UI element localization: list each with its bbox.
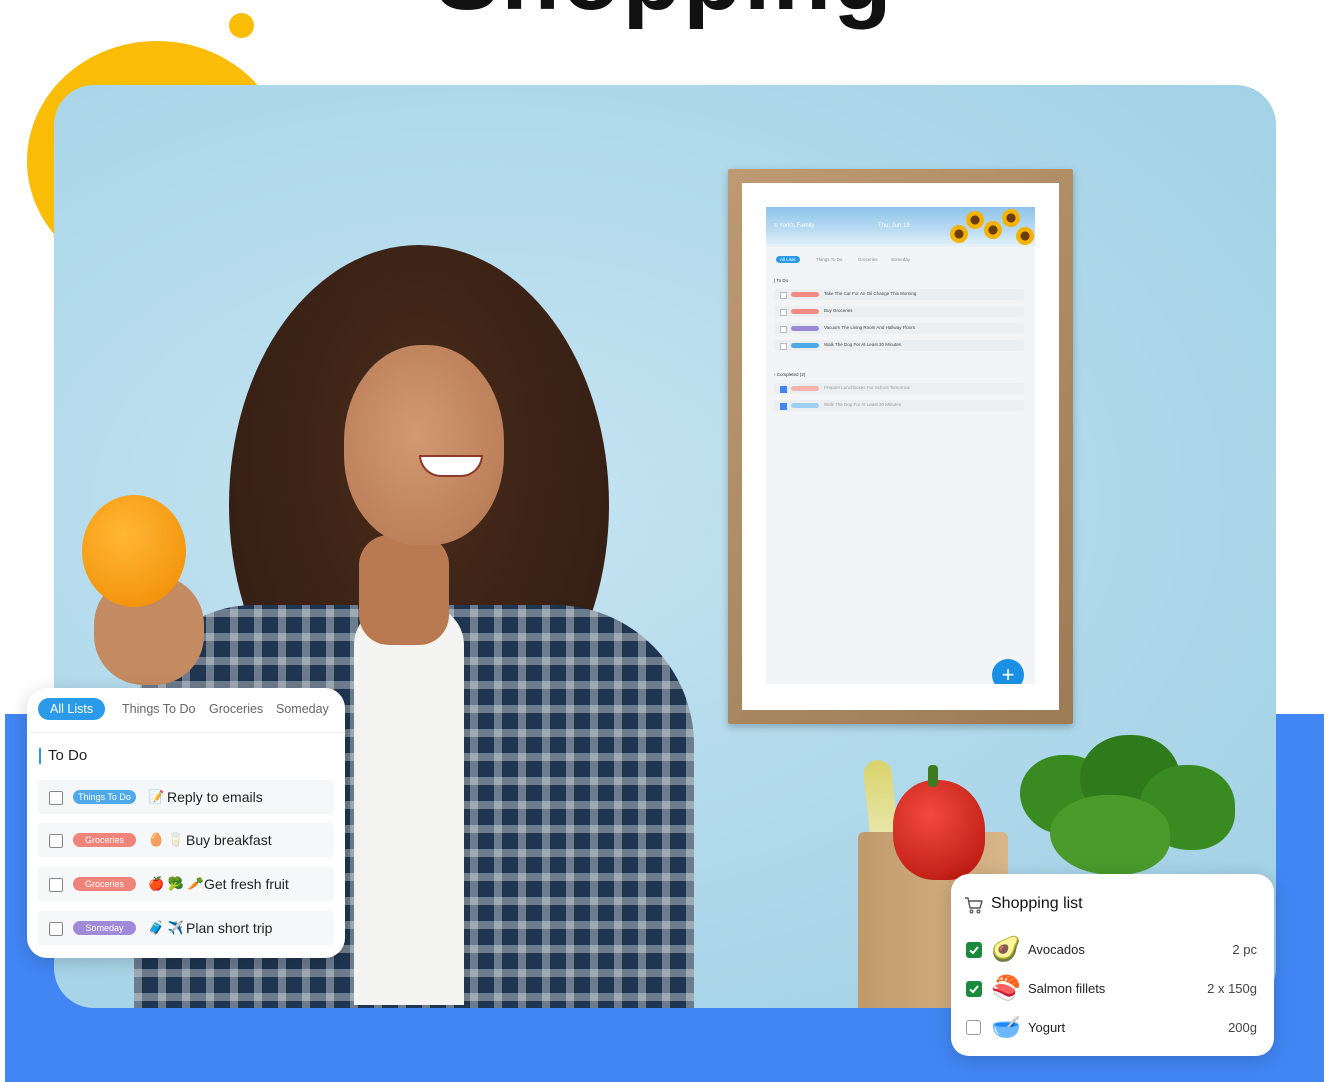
shopping-list-card: Shopping list 🥑 Avocados 2 pc 🍣 Salmon f…	[951, 874, 1274, 1056]
fruit-icon: 🍎 🥦 🥕	[148, 876, 204, 891]
tag	[791, 343, 819, 348]
checkbox[interactable]	[780, 309, 787, 316]
checkbox[interactable]	[49, 922, 63, 936]
checkbox[interactable]	[49, 878, 63, 892]
item-name: Avocados	[1028, 942, 1085, 957]
item-name: Salmon fillets	[1028, 981, 1106, 996]
sunflower-icon	[966, 211, 984, 229]
display-todo-row[interactable]: Walk The Dog For At Least 30 Minutes	[774, 340, 1024, 351]
checkbox[interactable]	[780, 343, 787, 350]
person-neck	[359, 535, 449, 645]
todo-label: Buy breakfast	[186, 832, 272, 848]
todo-row[interactable]: Groceries 🍎 🥦 🥕 Get fresh fruit	[38, 867, 334, 901]
shopping-item[interactable]: 🍣 Salmon fillets 2 x 150g	[951, 971, 1274, 1007]
yogurt-icon: 🥣	[991, 1014, 1021, 1041]
sunflower-icon	[950, 225, 968, 243]
checkbox[interactable]	[780, 292, 787, 299]
display-tab-someday[interactable]: Someday	[891, 257, 910, 262]
todo-row[interactable]: Things To Do 📝 Reply to emails	[38, 780, 334, 814]
display-completed-row[interactable]: Walk The Dog For At Least 30 Minutes	[774, 400, 1024, 411]
checkbox[interactable]	[780, 326, 787, 333]
leafy-greens	[990, 735, 1240, 885]
item-text: Take The Car For An Oil Change This Morn…	[824, 291, 917, 296]
display-completed-row[interactable]: Prepare Lunchboxes For School Tomorrow	[774, 383, 1024, 394]
display-todo-row[interactable]: Vacuum The Living Room And Hallway Floor…	[774, 323, 1024, 334]
category-tag: Things To Do	[73, 790, 136, 804]
avocado-icon: 🥑	[991, 936, 1021, 963]
person-tshirt	[354, 605, 464, 1005]
sunflower-icon	[984, 221, 1002, 239]
checkbox[interactable]	[49, 834, 63, 848]
tag	[791, 403, 819, 408]
unchecked-checkbox[interactable]	[966, 1020, 981, 1035]
todo-row[interactable]: Groceries 🥚 🥛 Buy breakfast	[38, 823, 334, 857]
tag	[791, 309, 819, 314]
display-family-name: ≡ York's Family	[774, 223, 815, 229]
todo-row[interactable]: Someday 🧳 ✈️ Plan short trip	[38, 911, 334, 945]
shopping-item[interactable]: 🥑 Avocados 2 pc	[951, 932, 1274, 968]
egg-milk-icon: 🥚 🥛	[148, 832, 184, 847]
memo-icon: 📝	[148, 789, 165, 804]
display-tab-all[interactable]: All Lists	[776, 256, 800, 263]
item-quantity: 200g	[1228, 1020, 1257, 1035]
list-tabs: All Lists Things To Do Groceries Someday	[27, 688, 345, 733]
cart-icon	[965, 897, 983, 914]
checkbox[interactable]	[780, 403, 787, 410]
display-tab-things[interactable]: Things To Do	[816, 257, 842, 262]
shopping-list-title: Shopping list	[991, 895, 1083, 912]
todo-label: Reply to emails	[167, 789, 263, 805]
tab-groceries[interactable]: Groceries	[209, 698, 263, 720]
category-tag: Groceries	[73, 833, 136, 847]
decorative-dot	[229, 13, 254, 38]
wall-display-frame: ≡ York's Family Thu, Jun 19 All Lists Th…	[728, 169, 1073, 724]
display-section-completed[interactable]: › Completed (2)	[774, 372, 805, 377]
tag	[791, 292, 819, 297]
add-button[interactable]: +	[992, 659, 1024, 684]
travel-icon: 🧳 ✈️	[148, 920, 184, 935]
checkbox[interactable]	[49, 791, 63, 805]
item-text: Walk The Dog For At Least 30 Minutes	[824, 342, 902, 347]
item-quantity: 2 x 150g	[1207, 981, 1257, 996]
sunflower-icon	[1016, 227, 1034, 245]
display-date: Thu, Jun 19	[878, 223, 910, 229]
pepper-stem	[928, 765, 938, 787]
red-pepper	[893, 780, 985, 880]
page-headline: Shopping	[0, 0, 1329, 32]
tab-all-lists[interactable]: All Lists	[38, 698, 106, 720]
salmon-icon: 🍣	[991, 975, 1021, 1002]
display-todo-row[interactable]: Buy Groceries	[774, 306, 1024, 317]
sunflower-icon	[1002, 209, 1020, 227]
todo-label: Plan short trip	[186, 920, 273, 936]
tag	[791, 326, 819, 331]
checked-checkbox[interactable]	[966, 942, 982, 958]
tab-things-to-do[interactable]: Things To Do	[122, 698, 195, 720]
checkbox[interactable]	[780, 386, 787, 393]
section-title: To Do	[39, 748, 87, 764]
item-text: Prepare Lunchboxes For School Tomorrow	[824, 385, 910, 390]
tab-someday[interactable]: Someday	[276, 698, 329, 720]
orange-fruit	[82, 495, 186, 607]
item-name: Yogurt	[1028, 1020, 1066, 1035]
display-todo-row[interactable]: Take The Car For An Oil Change This Morn…	[774, 289, 1024, 300]
display-section-todo: | To Do	[774, 278, 789, 283]
frame-mat: ≡ York's Family Thu, Jun 19 All Lists Th…	[742, 183, 1059, 710]
shopping-item[interactable]: 🥣 Yogurt 200g	[951, 1010, 1274, 1046]
category-tag: Groceries	[73, 877, 136, 891]
display-screen: ≡ York's Family Thu, Jun 19 All Lists Th…	[766, 207, 1035, 684]
category-tag: Someday	[73, 921, 136, 935]
item-text: Vacuum The Living Room And Hallway Floor…	[824, 325, 916, 330]
todo-label: Get fresh fruit	[204, 876, 289, 892]
item-text: Walk The Dog For At Least 30 Minutes	[824, 402, 902, 407]
tag	[791, 386, 819, 391]
item-text: Buy Groceries	[824, 308, 853, 313]
checked-checkbox[interactable]	[966, 981, 982, 997]
todo-card: All Lists Things To Do Groceries Someday…	[27, 688, 345, 958]
display-header: ≡ York's Family Thu, Jun 19	[766, 207, 1035, 247]
person-face	[344, 345, 504, 545]
display-tab-groceries[interactable]: Groceries	[858, 257, 878, 262]
item-quantity: 2 pc	[1232, 942, 1257, 957]
